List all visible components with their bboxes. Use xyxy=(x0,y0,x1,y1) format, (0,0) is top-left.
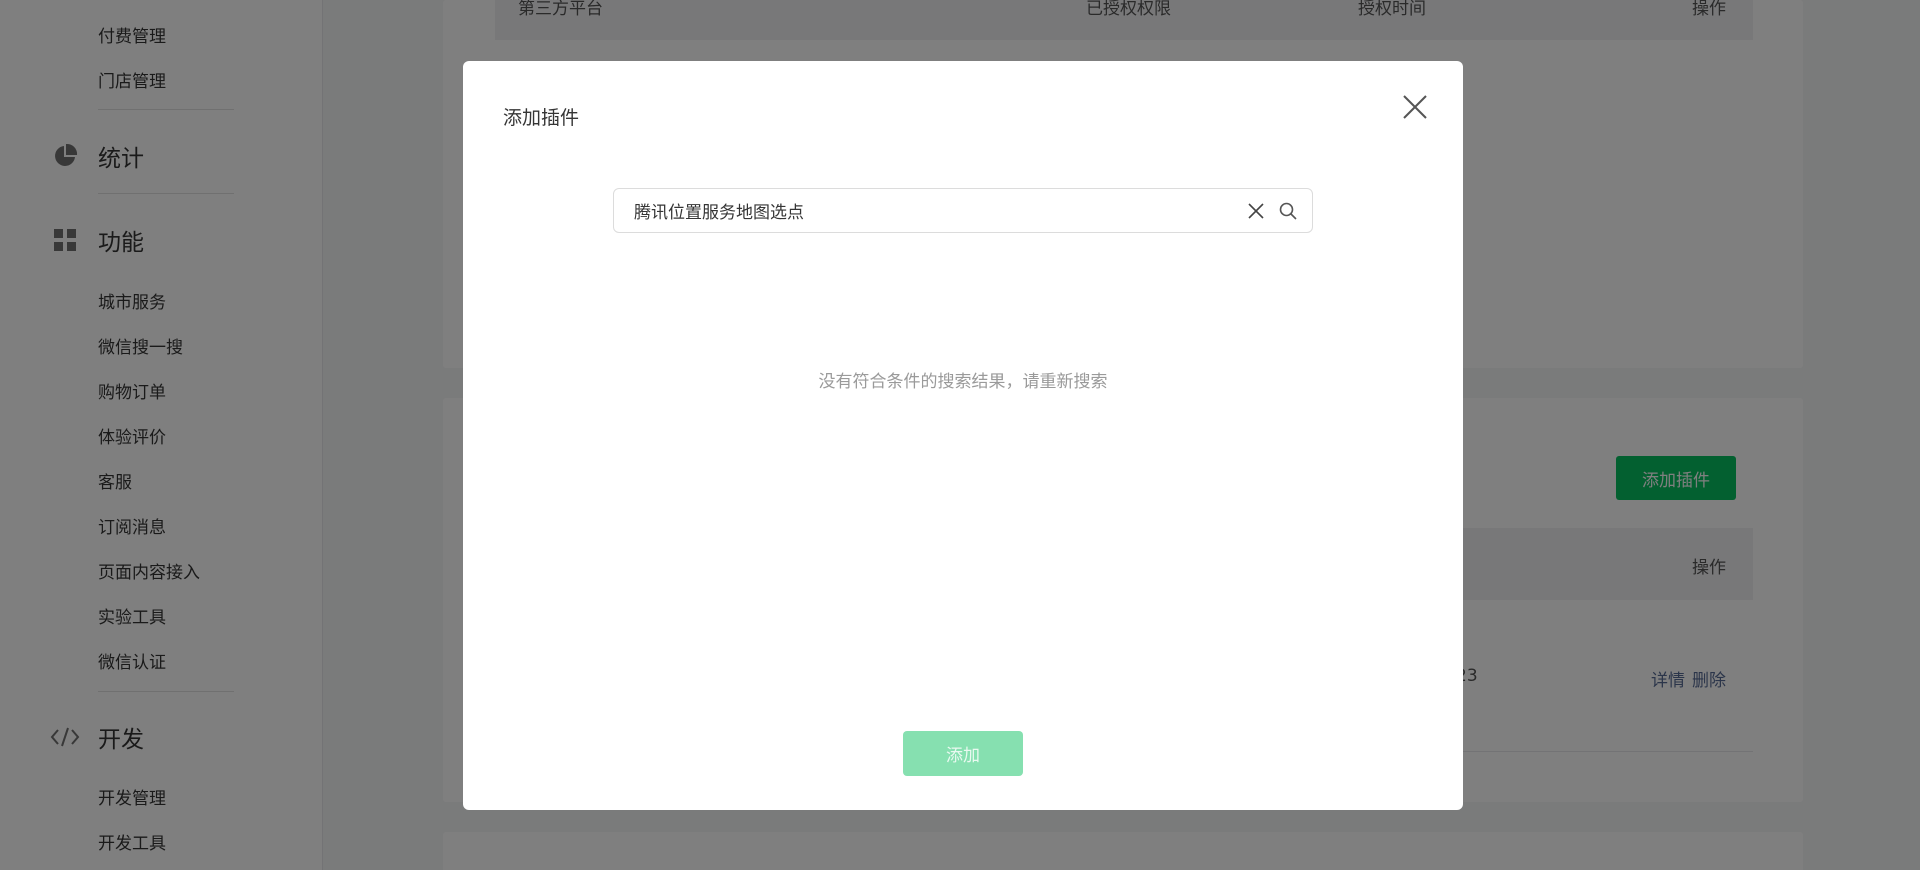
empty-results-message: 没有符合条件的搜索结果，请重新搜索 xyxy=(818,372,1108,392)
plugin-search-box xyxy=(613,188,1313,233)
close-icon[interactable] xyxy=(1400,92,1430,122)
clear-icon[interactable] xyxy=(1246,201,1266,221)
plugin-search-input[interactable] xyxy=(614,189,1246,232)
add-plugin-dialog: 添加插件 没有符合条件的搜索结果，请重新搜索 添加 xyxy=(463,61,1463,810)
search-icon[interactable] xyxy=(1278,201,1298,221)
add-button[interactable]: 添加 xyxy=(903,731,1023,776)
dialog-title: 添加插件 xyxy=(503,107,580,129)
